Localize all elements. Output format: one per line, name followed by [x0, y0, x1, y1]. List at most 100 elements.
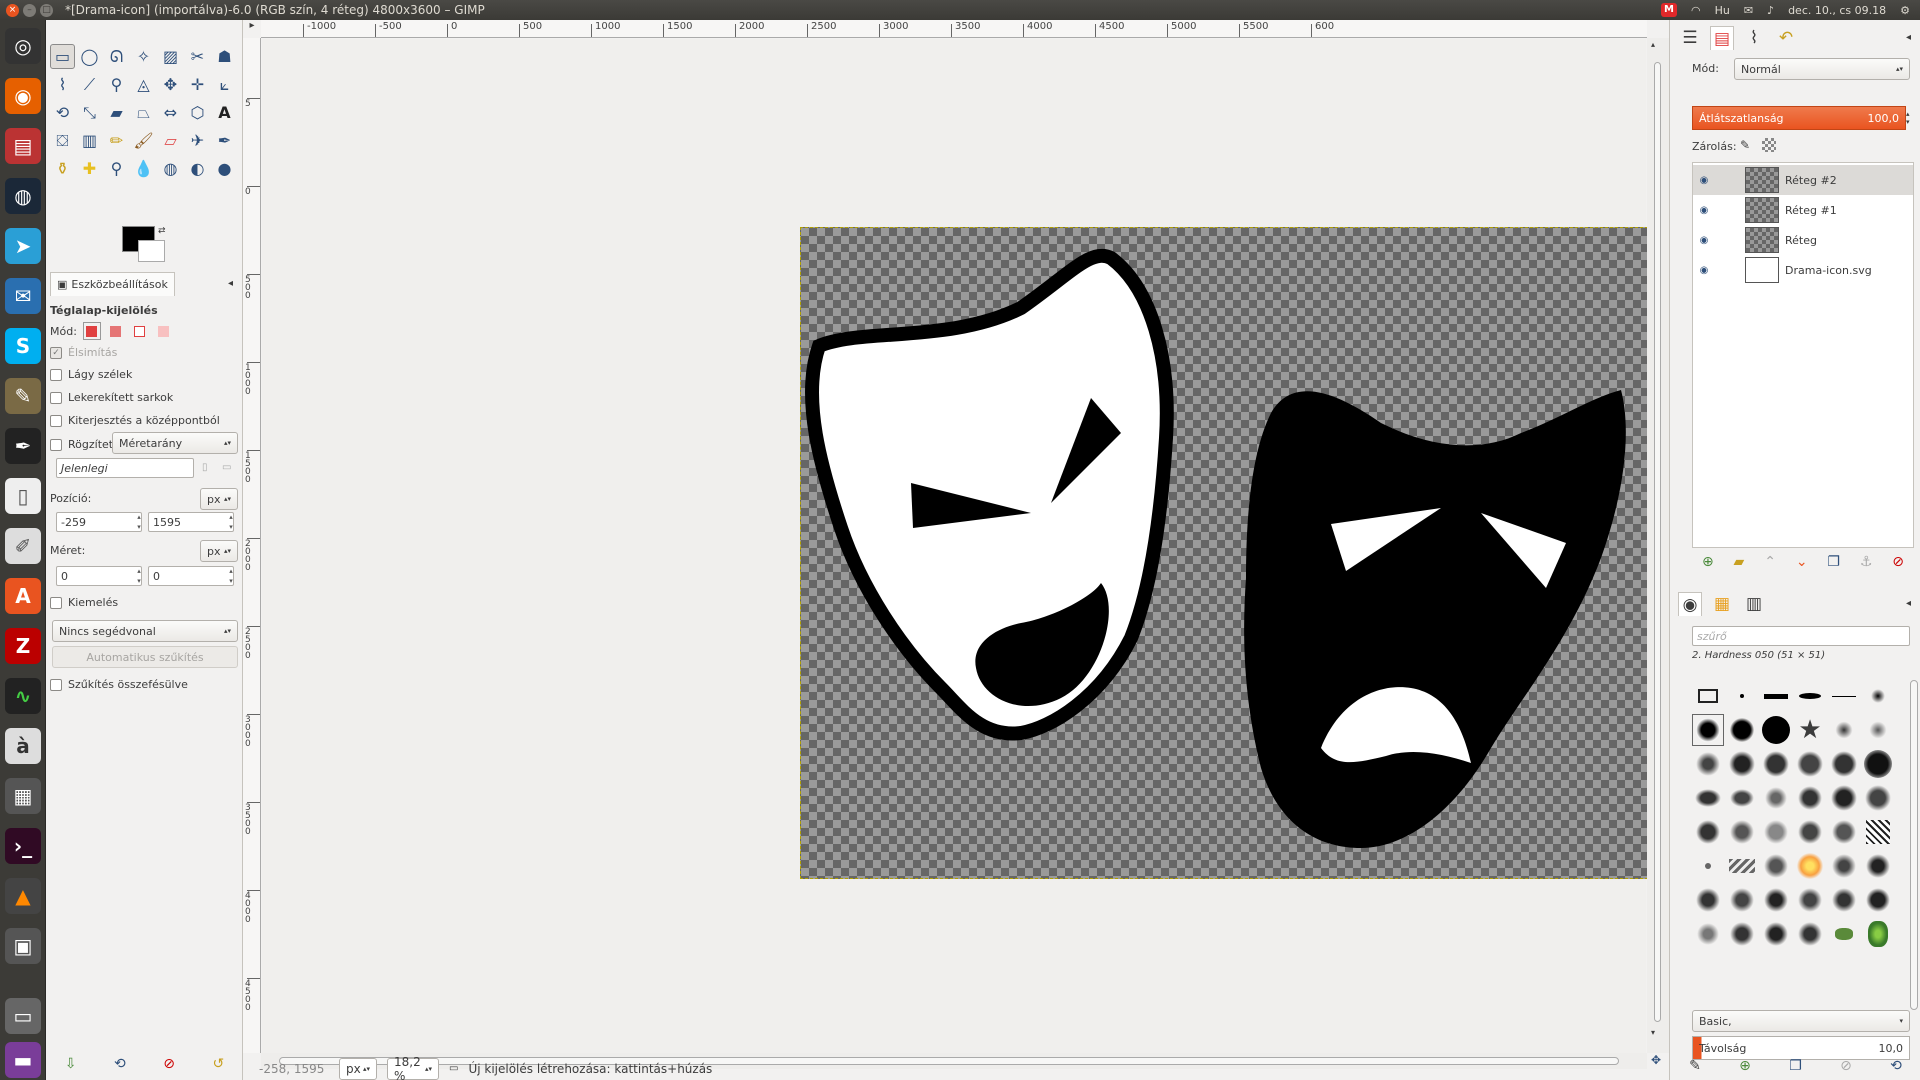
brush-item[interactable] [1828, 714, 1860, 746]
clock[interactable]: dec. 10., cs 09.18 [1788, 4, 1886, 17]
gimp-icon[interactable]: ✎ [5, 378, 41, 414]
layer-item[interactable]: ◉ Drama-icon.svg [1693, 255, 1913, 285]
size-w-spinner[interactable]: ▴ ▾ [134, 566, 144, 586]
portrait-icon[interactable]: ▯ [202, 462, 208, 473]
unit-select[interactable]: px ▴▾ [339, 1057, 377, 1080]
brush-item[interactable] [1862, 884, 1894, 916]
brush-item[interactable] [1760, 714, 1792, 746]
brush-item[interactable] [1726, 816, 1758, 848]
new-layer-icon[interactable]: ⊕ [1702, 554, 1714, 570]
measure-icon[interactable]: ◬ [131, 72, 156, 97]
brush-item[interactable] [1862, 918, 1894, 950]
pencil-icon[interactable]: ✏ [104, 128, 129, 153]
workspace-icon[interactable]: ▣ [5, 928, 41, 964]
brush-item[interactable]: ★ [1794, 714, 1826, 746]
shear-icon[interactable]: ▰ [104, 100, 129, 125]
brush-item[interactable] [1828, 816, 1860, 848]
software-center-icon[interactable]: A [5, 578, 41, 614]
brush-item[interactable] [1692, 748, 1724, 780]
size-unit-select[interactable]: px ▴▾ [200, 540, 238, 562]
refresh-brushes-icon[interactable]: ⟲ [1890, 1058, 1902, 1074]
eye-icon[interactable]: ◉ [1693, 235, 1715, 246]
mode-add-button[interactable] [107, 322, 125, 340]
lock-pixels-icon[interactable]: ✎ [1740, 138, 1750, 152]
perspective-clone-icon[interactable]: ⚲ [104, 156, 129, 181]
opacity-spinner[interactable]: ▴ ▾ [1906, 110, 1910, 126]
brush-preset-select[interactable]: Basic, ▾ [1692, 1010, 1910, 1032]
blend-icon[interactable]: ▥ [77, 128, 102, 153]
brush-item[interactable] [1692, 680, 1724, 712]
position-y-spinner[interactable]: ▴ ▾ [226, 512, 236, 532]
drive-icon[interactable]: ▭ [5, 998, 41, 1034]
anchor-layer-icon[interactable]: ⚓ [1860, 554, 1873, 570]
cage-icon[interactable]: ⬡ [185, 100, 210, 125]
brush-item[interactable] [1862, 816, 1894, 848]
position-x-spinner[interactable]: ▴ ▾ [134, 512, 144, 532]
lower-layer-icon[interactable]: ⌄ [1796, 554, 1808, 570]
align-icon[interactable]: ✛ [185, 72, 210, 97]
select-by-color-icon[interactable]: ▨ [158, 44, 183, 69]
tab-paths-icon[interactable]: ⌇ [1742, 26, 1766, 50]
dodge-burn-icon[interactable]: ◐ [185, 156, 210, 181]
layer-item[interactable]: ◉ Réteg #1 [1693, 195, 1913, 225]
image-canvas[interactable] [800, 227, 1668, 879]
firefox-icon[interactable]: ◉ [5, 78, 41, 114]
background-color[interactable] [138, 240, 165, 262]
eraser-icon[interactable]: ▱ [158, 128, 183, 153]
position-x-field[interactable]: -259 [56, 512, 142, 532]
maximize-icon[interactable]: □ [40, 3, 53, 17]
volume-icon[interactable]: ♪ [1767, 4, 1774, 17]
tab-brushes-icon[interactable]: ◉ [1678, 592, 1702, 616]
convolve-icon[interactable]: ◍ [158, 156, 183, 181]
new-group-icon[interactable]: ▰ [1734, 554, 1745, 570]
new-brush-icon[interactable]: ⊕ [1739, 1058, 1751, 1074]
brush-item[interactable] [1794, 918, 1826, 950]
vertical-scrollbar[interactable]: ▴ ▾ [1647, 38, 1669, 1053]
brush-item[interactable] [1794, 884, 1826, 916]
rounded-corners-checkbox[interactable] [50, 391, 62, 404]
brush-item[interactable] [1692, 850, 1724, 882]
brush-item[interactable] [1862, 850, 1894, 882]
brush-item[interactable] [1794, 748, 1826, 780]
delete-options-icon[interactable]: ⊘ [163, 1056, 175, 1072]
brush-item[interactable] [1726, 714, 1758, 746]
brush-item[interactable] [1828, 680, 1860, 712]
zoom-icon[interactable]: ⚲ [104, 72, 129, 97]
brush-item[interactable] [1862, 680, 1894, 712]
position-y-field[interactable]: 1595 [148, 512, 234, 532]
guides-select[interactable]: Nincs segédvonal ▴▾ [52, 620, 238, 642]
mode-intersect-button[interactable] [155, 322, 173, 340]
text-icon[interactable]: A [212, 100, 237, 125]
free-select-icon[interactable]: ᘏ [104, 44, 129, 69]
clone-icon[interactable]: ⚱ [50, 156, 75, 181]
filezilla-icon[interactable]: Z [5, 628, 41, 664]
perspective-icon[interactable]: ⏢ [131, 100, 156, 125]
tab-gradients-icon[interactable]: ▥ [1742, 592, 1766, 616]
layer-item[interactable]: ◉ Réteg #2 [1693, 165, 1913, 195]
document-icon[interactable]: ▯ [5, 478, 41, 514]
brush-item[interactable] [1760, 884, 1792, 916]
brush-item[interactable] [1828, 782, 1860, 814]
opacity-slider[interactable]: Átlátszatlanság 100,0 [1692, 106, 1906, 130]
duplicate-layer-icon[interactable]: ❐ [1827, 554, 1840, 570]
brush-item[interactable] [1692, 816, 1724, 848]
character-map-icon[interactable]: à [5, 728, 41, 764]
brush-item[interactable] [1760, 816, 1792, 848]
brush-item[interactable] [1828, 850, 1860, 882]
scissors-icon[interactable]: ✂ [185, 44, 210, 69]
restore-options-icon[interactable]: ⟲ [114, 1056, 126, 1072]
position-unit-select[interactable]: px ▴▾ [200, 488, 238, 510]
calculator-icon[interactable]: ▦ [5, 778, 41, 814]
foreground-select-icon[interactable]: ☗ [212, 44, 237, 69]
highlight-checkbox[interactable] [50, 596, 62, 609]
size-w-field[interactable]: 0 [56, 566, 142, 586]
scale-icon[interactable]: ⤡ [77, 100, 102, 125]
ellipse-select-icon[interactable]: ◯ [77, 44, 102, 69]
rect-select-icon[interactable]: ▭ [50, 44, 75, 69]
eye-icon[interactable]: ◉ [1693, 205, 1715, 216]
feather-checkbox[interactable] [50, 368, 62, 381]
brush-item[interactable] [1692, 918, 1724, 950]
thunderbird-icon[interactable]: ✉ [5, 278, 41, 314]
mode-replace-button[interactable] [82, 322, 101, 340]
brush-item[interactable] [1862, 782, 1894, 814]
